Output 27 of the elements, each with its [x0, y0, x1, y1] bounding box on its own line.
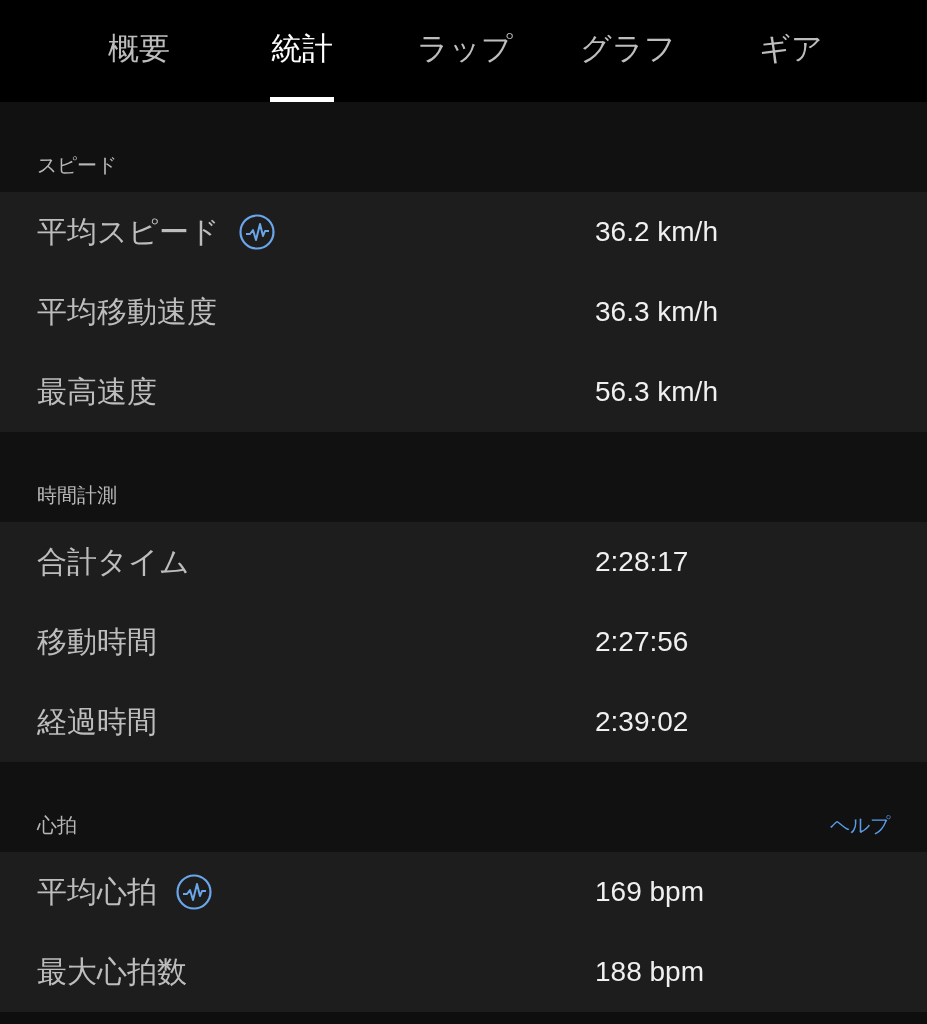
stat-label: 最大心拍数: [37, 952, 187, 991]
help-link[interactable]: ヘルプ: [830, 812, 890, 852]
tab[interactable]: ギア: [709, 0, 872, 102]
stat-value: 169 bpm: [595, 876, 704, 908]
tab[interactable]: 概要: [57, 0, 220, 102]
section-title: 時間計測: [37, 482, 117, 509]
tab[interactable]: 統計: [220, 0, 383, 102]
stat-value: 188 bpm: [595, 956, 704, 988]
tab[interactable]: ラップ: [383, 0, 546, 102]
stat-label: 平均移動速度: [37, 292, 217, 331]
stat-label: 平均スピード: [37, 212, 220, 251]
stat-label: 平均心拍: [37, 872, 157, 911]
tab[interactable]: グラフ: [546, 0, 709, 102]
stat-label: 最高速度: [37, 372, 157, 411]
stat-value: 36.2 km/h: [595, 216, 718, 248]
stat-value: 56.3 km/h: [595, 376, 718, 408]
heart-rate-chart-icon[interactable]: [175, 873, 213, 911]
stat-value: 2:27:56: [595, 626, 689, 658]
heart-rate-chart-icon[interactable]: [238, 213, 276, 251]
section-title: スピード: [37, 152, 117, 179]
stat-value: 36.3 km/h: [595, 296, 718, 328]
stat-label: 合計タイム: [37, 542, 190, 581]
stat-value: 2:39:02: [595, 706, 689, 738]
stat-value: 2:28:17: [595, 546, 689, 578]
stat-label: 移動時間: [37, 622, 157, 661]
stat-label: 経過時間: [37, 702, 157, 741]
section-title: 心拍: [37, 812, 77, 839]
